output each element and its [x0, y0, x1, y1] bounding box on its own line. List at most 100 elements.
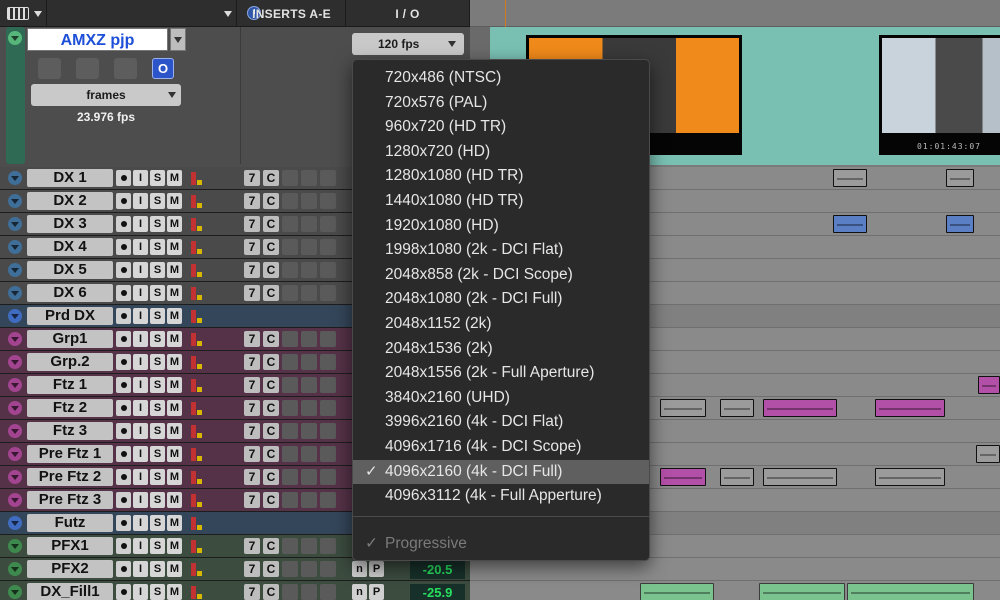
mute-button[interactable]: M: [167, 423, 182, 439]
input-monitor-button[interactable]: I: [133, 492, 148, 508]
audio-clip[interactable]: [875, 468, 945, 486]
video-format-menu-item[interactable]: 2048x1152 (2k): [353, 312, 649, 337]
empty-insert-slot[interactable]: [282, 446, 298, 462]
record-enable-button[interactable]: [116, 423, 131, 439]
insert-plugin-button[interactable]: 7: [244, 262, 260, 278]
empty-insert-slot[interactable]: [301, 561, 317, 577]
solo-button[interactable]: S: [150, 538, 165, 554]
track-name[interactable]: DX 5: [27, 261, 113, 279]
empty-insert-slot[interactable]: [301, 331, 317, 347]
volume-readout[interactable]: -20.5: [410, 561, 465, 579]
audio-clip[interactable]: [976, 445, 1000, 463]
solo-button[interactable]: S: [150, 331, 165, 347]
insert-plugin-button[interactable]: C: [263, 331, 279, 347]
track-options-icon[interactable]: [8, 194, 22, 208]
empty-insert-slot[interactable]: [320, 400, 336, 416]
insert-plugin-button[interactable]: C: [263, 400, 279, 416]
record-enable-button[interactable]: [116, 216, 131, 232]
solo-button[interactable]: S: [150, 469, 165, 485]
empty-insert-slot[interactable]: [301, 400, 317, 416]
input-monitor-button[interactable]: I: [133, 446, 148, 462]
track-name[interactable]: DX 1: [27, 169, 113, 187]
playlist-lane[interactable]: [470, 558, 1000, 581]
empty-insert-slot[interactable]: [301, 239, 317, 255]
insert-plugin-button[interactable]: 7: [244, 216, 260, 232]
empty-insert-slot[interactable]: [320, 285, 336, 301]
track-name[interactable]: Ftz 2: [27, 399, 113, 417]
input-monitor-button[interactable]: I: [133, 515, 148, 531]
empty-insert-slot[interactable]: [282, 331, 298, 347]
insert-plugin-button[interactable]: 7: [244, 469, 260, 485]
insert-plugin-button[interactable]: C: [263, 469, 279, 485]
empty-insert-slot[interactable]: [320, 538, 336, 554]
video-format-menu-item[interactable]: 720x576 (PAL): [353, 91, 649, 116]
insert-plugin-button[interactable]: C: [263, 538, 279, 554]
insert-plugin-button[interactable]: C: [263, 423, 279, 439]
io-small-button[interactable]: P: [369, 561, 384, 577]
track-name[interactable]: PFX1: [27, 537, 113, 555]
video-track-name[interactable]: AMXZ pjp: [27, 28, 168, 51]
track-options-icon[interactable]: [8, 516, 22, 530]
track-options-icon[interactable]: [8, 493, 22, 507]
track-options-icon[interactable]: [8, 355, 22, 369]
insert-plugin-button[interactable]: 7: [244, 492, 260, 508]
record-enable-button[interactable]: [116, 239, 131, 255]
timebase-select[interactable]: frames: [31, 84, 181, 106]
track-name[interactable]: Grp.2: [27, 353, 113, 371]
track-name[interactable]: Pre Ftz 2: [27, 468, 113, 486]
empty-insert-slot[interactable]: [301, 170, 317, 186]
track-options-icon[interactable]: [8, 240, 22, 254]
insert-plugin-button[interactable]: 7: [244, 561, 260, 577]
insert-plugin-button[interactable]: C: [263, 285, 279, 301]
empty-insert-slot[interactable]: [320, 377, 336, 393]
track-name[interactable]: PFX2: [27, 560, 113, 578]
empty-insert-slot[interactable]: [320, 331, 336, 347]
track-options-icon[interactable]: [8, 447, 22, 461]
empty-insert-slot[interactable]: [301, 446, 317, 462]
video-format-menu-item[interactable]: ✓ 4096x2160 (4k - DCI Full): [353, 459, 649, 485]
track-name[interactable]: Pre Ftz 1: [27, 445, 113, 463]
video-format-menu-item[interactable]: 4096x1716 (4k - DCI Scope): [353, 435, 649, 460]
input-monitor-button[interactable]: I: [133, 400, 148, 416]
audio-clip[interactable]: [720, 468, 754, 486]
empty-insert-slot[interactable]: [282, 170, 298, 186]
mute-button[interactable]: M: [167, 262, 182, 278]
video-slot-button[interactable]: [114, 58, 137, 79]
empty-insert-slot[interactable]: [301, 584, 317, 600]
audio-clip[interactable]: [978, 376, 1000, 394]
record-enable-button[interactable]: [116, 538, 131, 554]
empty-insert-slot[interactable]: [320, 469, 336, 485]
solo-button[interactable]: S: [150, 400, 165, 416]
io-small-button[interactable]: n: [352, 584, 367, 600]
mute-button[interactable]: M: [167, 538, 182, 554]
empty-insert-slot[interactable]: [282, 538, 298, 554]
insert-plugin-button[interactable]: 7: [244, 170, 260, 186]
video-format-menu-item[interactable]: 720x486 (NTSC): [353, 66, 649, 91]
input-monitor-button[interactable]: I: [133, 193, 148, 209]
insert-plugin-button[interactable]: C: [263, 216, 279, 232]
audio-clip[interactable]: [759, 583, 845, 600]
mute-button[interactable]: M: [167, 400, 182, 416]
track-name[interactable]: Futz: [27, 514, 113, 532]
insert-plugin-button[interactable]: C: [263, 354, 279, 370]
video-format-menu-item[interactable]: 3996x2160 (4k - DCI Flat): [353, 410, 649, 435]
input-monitor-button[interactable]: I: [133, 262, 148, 278]
track-name[interactable]: Pre Ftz 3: [27, 491, 113, 509]
input-monitor-button[interactable]: I: [133, 285, 148, 301]
empty-insert-slot[interactable]: [320, 584, 336, 600]
input-monitor-button[interactable]: I: [133, 354, 148, 370]
solo-button[interactable]: S: [150, 216, 165, 232]
track-name[interactable]: DX_Fill1: [27, 583, 113, 600]
solo-button[interactable]: S: [150, 354, 165, 370]
audio-clip[interactable]: [833, 169, 867, 187]
track-name[interactable]: Grp1: [27, 330, 113, 348]
empty-insert-slot[interactable]: [320, 239, 336, 255]
track-name[interactable]: DX 6: [27, 284, 113, 302]
track-options-icon[interactable]: [8, 470, 22, 484]
mute-button[interactable]: M: [167, 285, 182, 301]
insert-plugin-button[interactable]: 7: [244, 423, 260, 439]
solo-button[interactable]: S: [150, 239, 165, 255]
solo-button[interactable]: S: [150, 193, 165, 209]
mute-button[interactable]: M: [167, 239, 182, 255]
solo-button[interactable]: S: [150, 515, 165, 531]
